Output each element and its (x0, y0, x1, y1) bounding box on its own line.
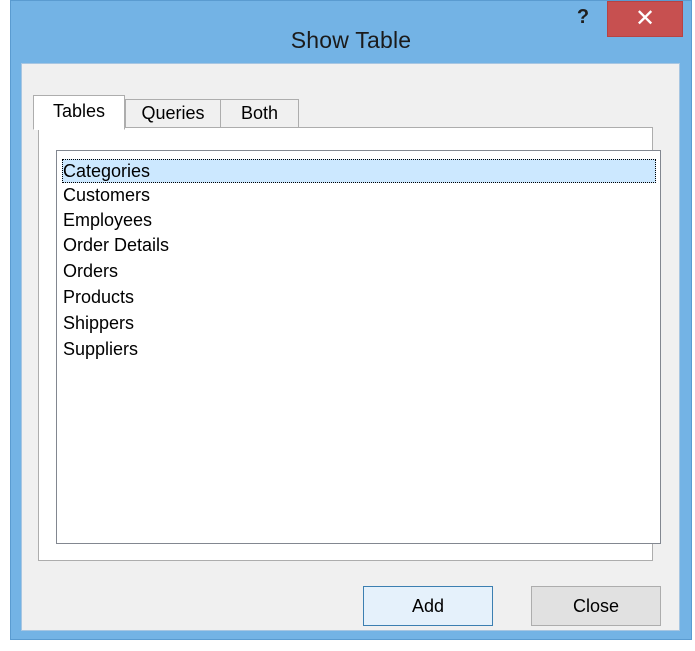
list-item[interactable]: Customers (62, 183, 656, 207)
tab-both[interactable]: Both (220, 99, 299, 128)
help-button[interactable]: ? (563, 5, 603, 33)
add-button[interactable]: Add (363, 586, 493, 626)
tab-both-label: Both (240, 103, 279, 123)
list-item[interactable]: Categories (62, 159, 656, 183)
tab-tables[interactable]: Tables (33, 95, 125, 130)
list-item[interactable]: Orders (62, 259, 656, 283)
close-icon: ✕ (634, 5, 656, 32)
list-item[interactable]: Order Details (62, 233, 656, 257)
tables-listbox[interactable]: Categories Customers Employees Order Det… (56, 150, 661, 544)
list-item[interactable]: Employees (62, 208, 656, 232)
list-item[interactable]: Suppliers (62, 337, 656, 361)
tab-queries-label: Queries (141, 103, 205, 123)
tab-tables-label: Tables (52, 101, 106, 121)
question-mark-icon: ? (576, 6, 590, 28)
window-close-button[interactable]: ✕ (607, 1, 683, 37)
list-item[interactable]: Products (62, 285, 656, 309)
list-item[interactable]: Shippers (62, 311, 656, 335)
close-button[interactable]: Close (531, 586, 661, 626)
tab-queries[interactable]: Queries (125, 99, 221, 128)
